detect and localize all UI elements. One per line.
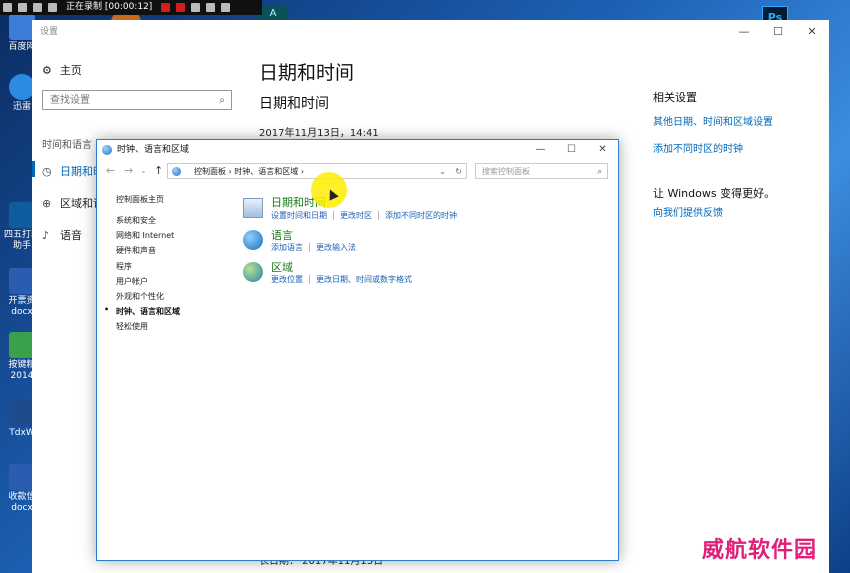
camera-switch-icon[interactable] bbox=[18, 3, 27, 12]
close-button[interactable]: ✕ bbox=[587, 140, 618, 160]
close-button[interactable]: ✕ bbox=[795, 20, 829, 44]
pen-icon[interactable] bbox=[206, 3, 216, 12]
control-panel-icon bbox=[172, 167, 181, 176]
left-nav-item[interactable]: 系统和安全 bbox=[116, 215, 156, 226]
link-set-datetime[interactable]: 设置时间和日期 bbox=[271, 211, 327, 220]
calendar-icon bbox=[243, 198, 263, 218]
window-controls: — ☐ ✕ bbox=[525, 140, 618, 160]
globe-icon: ⊕ bbox=[42, 197, 52, 210]
window-title: 设置 bbox=[40, 27, 59, 37]
link-change-input[interactable]: 更改输入法 bbox=[316, 243, 356, 252]
breadcrumb: 控制面板 › 时钟、语言和区域 › bbox=[194, 167, 305, 176]
search-placeholder: 搜索控制面板 bbox=[482, 167, 530, 176]
recording-toolbar: 正在录制 [00:00:12] bbox=[0, 0, 262, 15]
minimize-button[interactable]: — bbox=[525, 140, 556, 160]
settings-titlebar: 设置 — ☐ ✕ bbox=[32, 20, 829, 44]
chevron-down-icon[interactable]: ⌄ bbox=[140, 161, 147, 181]
left-nav-item[interactable]: 硬件和声音 bbox=[116, 245, 156, 256]
desktop-icon-label: 迅雷 bbox=[12, 102, 31, 112]
link-add-clocks[interactable]: 添加不同时区的时钟 bbox=[653, 140, 743, 155]
left-nav-home[interactable]: 控制面板主页 bbox=[116, 194, 164, 205]
category-region-links: 更改位置 更改日期、时间或数字格式 bbox=[271, 274, 412, 285]
minimize-button[interactable]: — bbox=[727, 20, 761, 44]
link-add-clock[interactable]: 添加不同时区的时钟 bbox=[385, 211, 457, 220]
back-arrow-icon[interactable]: ← bbox=[106, 161, 115, 181]
left-nav-item[interactable]: 网络和 Internet bbox=[116, 230, 174, 241]
search-icon: ⌕ bbox=[219, 95, 225, 106]
page-title: 日期和时间 bbox=[259, 62, 355, 84]
nav-item-speech[interactable]: ♪ 语音 bbox=[42, 227, 82, 243]
window-controls: — ☐ ✕ bbox=[727, 20, 829, 44]
control-panel-window: 时钟、语言和区域 — ☐ ✕ ← → ⌄ ↑ 控制面板 › 时钟、语言和区域 ›… bbox=[96, 139, 619, 561]
nav-home-label: 主页 bbox=[59, 64, 82, 77]
nav-item-datetime[interactable]: ◷ 日期和时 bbox=[32, 161, 104, 179]
desktop-icon-label: TdxW bbox=[9, 428, 35, 438]
control-panel-icon bbox=[102, 145, 112, 155]
crop-icon[interactable] bbox=[48, 3, 57, 12]
address-bar-row: ← → ⌄ ↑ 控制面板 › 时钟、语言和区域 › ⌄ ↻ 搜索控制面板 ⌕ bbox=[97, 161, 616, 181]
up-arrow-icon[interactable]: ↑ bbox=[154, 161, 163, 181]
recording-status: 正在录制 [00:00:12] bbox=[66, 2, 153, 12]
nav-home[interactable]: ⚙ 主页 bbox=[42, 62, 82, 78]
window-title: 时钟、语言和区域 bbox=[117, 145, 190, 155]
search-placeholder: 查找设置 bbox=[50, 95, 90, 106]
left-nav-item[interactable]: 程序 bbox=[116, 261, 132, 272]
control-panel-titlebar: 时钟、语言和区域 — ☐ ✕ bbox=[97, 140, 618, 160]
category-heading: 时间和语言 bbox=[42, 140, 92, 151]
stop-icon[interactable] bbox=[176, 3, 186, 12]
related-settings-heading: 相关设置 bbox=[653, 91, 697, 104]
category-region-title[interactable]: 区域 bbox=[271, 259, 293, 275]
link-change-timezone[interactable]: 更改时区 bbox=[340, 211, 372, 220]
control-panel-search-input[interactable]: 搜索控制面板 ⌕ bbox=[475, 163, 608, 179]
forward-arrow-icon[interactable]: → bbox=[124, 161, 133, 181]
feedback-heading: 让 Windows 变得更好。 bbox=[653, 187, 776, 200]
maximize-button[interactable]: ☐ bbox=[556, 140, 587, 160]
region-globe-icon bbox=[243, 262, 263, 282]
link-other-datetime-settings[interactable]: 其他日期、时间和区域设置 bbox=[653, 113, 773, 128]
category-datetime-links: 设置时间和日期 更改时区 添加不同时区的时钟 bbox=[271, 210, 457, 221]
snapshot-icon[interactable] bbox=[191, 3, 201, 12]
nav-item-label: 语音 bbox=[60, 229, 82, 242]
chevron-down-icon[interactable]: ⌄ bbox=[439, 164, 446, 180]
link-feedback[interactable]: 向我们提供反馈 bbox=[653, 204, 723, 219]
clock-icon: ◷ bbox=[42, 165, 52, 178]
maximize-button[interactable]: ☐ bbox=[761, 20, 795, 44]
gear-icon: ⚙ bbox=[42, 64, 52, 77]
pin-icon[interactable] bbox=[3, 3, 12, 12]
close-icon[interactable] bbox=[221, 3, 231, 12]
link-add-language[interactable]: 添加语言 bbox=[271, 243, 303, 252]
left-nav-item[interactable]: 轻松使用 bbox=[116, 321, 148, 332]
link-change-format[interactable]: 更改日期、时间或数字格式 bbox=[316, 275, 412, 284]
microphone-icon: ♪ bbox=[42, 229, 50, 242]
link-change-location[interactable]: 更改位置 bbox=[271, 275, 303, 284]
search-icon[interactable] bbox=[33, 3, 42, 12]
section-title: 日期和时间 bbox=[259, 96, 329, 112]
refresh-icon[interactable]: ↻ bbox=[455, 164, 462, 180]
watermark: 威航软件园 bbox=[702, 538, 818, 563]
search-icon: ⌕ bbox=[597, 167, 602, 176]
settings-search-input[interactable]: 查找设置 ⌕ bbox=[42, 90, 232, 110]
category-language-title[interactable]: 语言 bbox=[271, 227, 293, 243]
pause-icon[interactable] bbox=[161, 3, 171, 12]
left-nav-item[interactable]: 外观和个性化 bbox=[116, 291, 164, 302]
nav-item-region[interactable]: ⊕ 区域和语 bbox=[42, 195, 104, 211]
left-nav-item-current[interactable]: 时钟、语言和区域 bbox=[104, 305, 180, 317]
current-datetime: 2017年11月13日，14:41 bbox=[259, 128, 379, 139]
language-icon bbox=[243, 230, 263, 250]
category-language-links: 添加语言 更改输入法 bbox=[271, 242, 356, 253]
left-nav-item[interactable]: 用户帐户 bbox=[116, 276, 148, 287]
